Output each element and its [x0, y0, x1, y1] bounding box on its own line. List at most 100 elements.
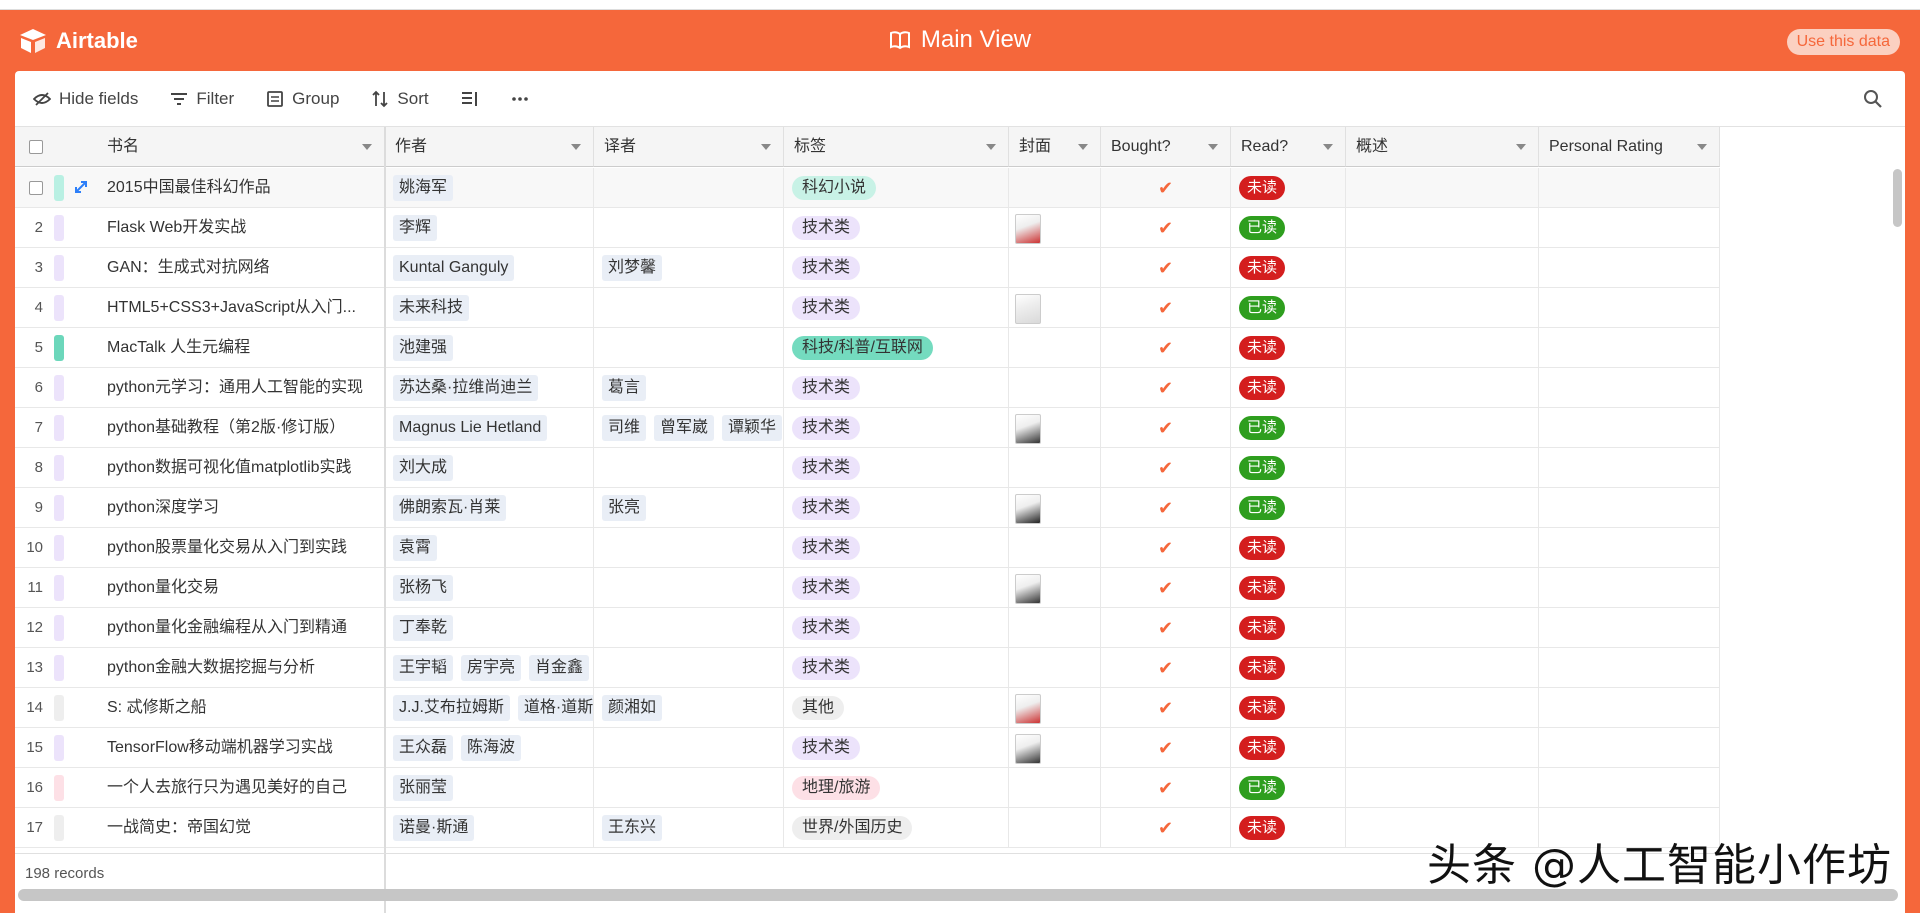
- translator-cell[interactable]: [594, 648, 784, 688]
- book-title-cell[interactable]: 2015中国最佳科幻作品: [15, 168, 385, 208]
- tags-cell[interactable]: 世界/外国历史: [784, 808, 1009, 848]
- read-cell[interactable]: 未读: [1231, 808, 1346, 848]
- author-cell[interactable]: 张丽莹: [385, 768, 594, 808]
- translator-cell[interactable]: 葛言: [594, 368, 784, 408]
- tags-cell[interactable]: 科幻小说: [784, 168, 1009, 208]
- table-row[interactable]: 9 python深度学习 佛朗索瓦·肖莱 张亮 技术类 ✔ 已读: [15, 488, 1720, 528]
- table-row[interactable]: 14S: 忒修斯之船J.J.艾布拉姆斯道格·道斯特颜湘如其他✔未读: [15, 688, 1720, 728]
- tags-cell[interactable]: 技术类: [784, 368, 1009, 408]
- read-cell[interactable]: 未读: [1231, 248, 1346, 288]
- table-row[interactable]: 8 python数据可视化值matplotlib实践 刘大成 技术类 ✔ 已读: [15, 448, 1720, 488]
- rating-cell[interactable]: [1539, 248, 1720, 288]
- chevron-down-icon[interactable]: [1697, 144, 1707, 150]
- cover-cell[interactable]: [1009, 248, 1101, 288]
- author-cell[interactable]: 丁奉乾: [385, 608, 594, 648]
- summary-cell[interactable]: [1346, 208, 1539, 248]
- rating-cell[interactable]: [1539, 688, 1720, 728]
- read-cell[interactable]: 未读: [1231, 648, 1346, 688]
- cover-cell[interactable]: [1009, 608, 1101, 648]
- read-cell[interactable]: 未读: [1231, 568, 1346, 608]
- chevron-down-icon[interactable]: [362, 144, 372, 150]
- summary-cell[interactable]: [1346, 448, 1539, 488]
- translator-cell[interactable]: [594, 728, 784, 768]
- use-this-data-button[interactable]: Use this data: [1786, 29, 1900, 55]
- rating-cell[interactable]: [1539, 288, 1720, 328]
- cover-thumbnail[interactable]: [1015, 214, 1041, 244]
- column-header-read[interactable]: Read?: [1231, 127, 1346, 167]
- tags-cell[interactable]: 技术类: [784, 648, 1009, 688]
- translator-cell[interactable]: [594, 528, 784, 568]
- more-options-button[interactable]: [511, 90, 529, 108]
- book-title-cell[interactable]: TensorFlow移动端机器学习实战: [15, 728, 385, 768]
- bought-cell[interactable]: ✔: [1101, 808, 1231, 848]
- tags-cell[interactable]: 其他: [784, 688, 1009, 728]
- read-cell[interactable]: 未读: [1231, 528, 1346, 568]
- table-row[interactable]: 4 HTML5+CSS3+JavaScript从入门... 未来科技 技术类 ✔ 已读: [15, 288, 1720, 328]
- tags-cell[interactable]: 技术类: [784, 208, 1009, 248]
- book-title-cell[interactable]: python量化金融编程从入门到精通: [15, 608, 385, 648]
- cover-cell[interactable]: [1009, 288, 1101, 328]
- cover-cell[interactable]: [1009, 728, 1101, 768]
- author-cell[interactable]: J.J.艾布拉姆斯道格·道斯特: [385, 688, 594, 728]
- author-cell[interactable]: 未来科技: [385, 288, 594, 328]
- translator-cell[interactable]: 颜湘如: [594, 688, 784, 728]
- column-header-cover[interactable]: 封面: [1009, 127, 1101, 167]
- tags-cell[interactable]: 技术类: [784, 728, 1009, 768]
- table-row[interactable]: 6 python元学习：通用人工智能的实现 苏达桑·拉维尚迪兰 葛言 技术类 ✔ 未读: [15, 368, 1720, 408]
- summary-cell[interactable]: [1346, 368, 1539, 408]
- book-title-cell[interactable]: S: 忒修斯之船: [15, 688, 385, 728]
- bought-cell[interactable]: ✔: [1101, 528, 1231, 568]
- bought-cell[interactable]: ✔: [1101, 288, 1231, 328]
- book-title-cell[interactable]: 一战简史：帝国幻觉: [15, 808, 385, 848]
- author-cell[interactable]: 张杨飞: [385, 568, 594, 608]
- group-button[interactable]: Group: [266, 89, 339, 109]
- cover-cell[interactable]: [1009, 328, 1101, 368]
- tags-cell[interactable]: 技术类: [784, 408, 1009, 448]
- table-row[interactable]: 10 python股票量化交易从入门到实践 袁霄 技术类 ✔ 未读: [15, 528, 1720, 568]
- book-title-cell[interactable]: Flask Web开发实战: [15, 208, 385, 248]
- tags-cell[interactable]: 技术类: [784, 488, 1009, 528]
- rating-cell[interactable]: [1539, 328, 1720, 368]
- rating-cell[interactable]: [1539, 728, 1720, 768]
- summary-cell[interactable]: [1346, 288, 1539, 328]
- tags-cell[interactable]: 技术类: [784, 288, 1009, 328]
- bought-cell[interactable]: ✔: [1101, 408, 1231, 448]
- cover-cell[interactable]: [1009, 648, 1101, 688]
- summary-cell[interactable]: [1346, 168, 1539, 208]
- translator-cell[interactable]: 刘梦馨: [594, 248, 784, 288]
- summary-cell[interactable]: [1346, 528, 1539, 568]
- translator-cell[interactable]: [594, 288, 784, 328]
- chevron-down-icon[interactable]: [761, 144, 771, 150]
- book-title-cell[interactable]: python股票量化交易从入门到实践: [15, 528, 385, 568]
- rating-cell[interactable]: [1539, 448, 1720, 488]
- book-title-cell[interactable]: GAN：生成式对抗网络: [15, 248, 385, 288]
- chevron-down-icon[interactable]: [986, 144, 996, 150]
- translator-cell[interactable]: 张亮: [594, 488, 784, 528]
- read-cell[interactable]: 已读: [1231, 208, 1346, 248]
- bought-cell[interactable]: ✔: [1101, 768, 1231, 808]
- table-row[interactable]: 15 TensorFlow移动端机器学习实战 王众磊 陈海波 技术类 ✔ 未读: [15, 728, 1720, 768]
- rating-cell[interactable]: [1539, 368, 1720, 408]
- book-title-cell[interactable]: 一个人去旅行只为遇见美好的自己: [15, 768, 385, 808]
- chevron-down-icon[interactable]: [1323, 144, 1333, 150]
- author-cell[interactable]: 王宇韬 房宇亮 肖金鑫: [385, 648, 594, 688]
- cover-cell[interactable]: [1009, 768, 1101, 808]
- cover-thumbnail[interactable]: [1015, 694, 1041, 724]
- cover-thumbnail[interactable]: [1015, 574, 1041, 604]
- rating-cell[interactable]: [1539, 488, 1720, 528]
- read-cell[interactable]: 已读: [1231, 288, 1346, 328]
- author-cell[interactable]: 诺曼·斯通: [385, 808, 594, 848]
- cover-cell[interactable]: [1009, 368, 1101, 408]
- translator-cell[interactable]: [594, 168, 784, 208]
- column-header-title[interactable]: 书名: [15, 127, 385, 167]
- rating-cell[interactable]: [1539, 768, 1720, 808]
- bought-cell[interactable]: ✔: [1101, 688, 1231, 728]
- bought-cell[interactable]: ✔: [1101, 488, 1231, 528]
- table-row[interactable]: 13 python金融大数据挖掘与分析 王宇韬 房宇亮 肖金鑫 技术类 ✔ 未读: [15, 648, 1720, 688]
- bought-cell[interactable]: ✔: [1101, 328, 1231, 368]
- chevron-down-icon[interactable]: [571, 144, 581, 150]
- read-cell[interactable]: 未读: [1231, 168, 1346, 208]
- cover-cell[interactable]: [1009, 488, 1101, 528]
- column-header-tags[interactable]: 标签: [784, 127, 1009, 167]
- bought-cell[interactable]: ✔: [1101, 248, 1231, 288]
